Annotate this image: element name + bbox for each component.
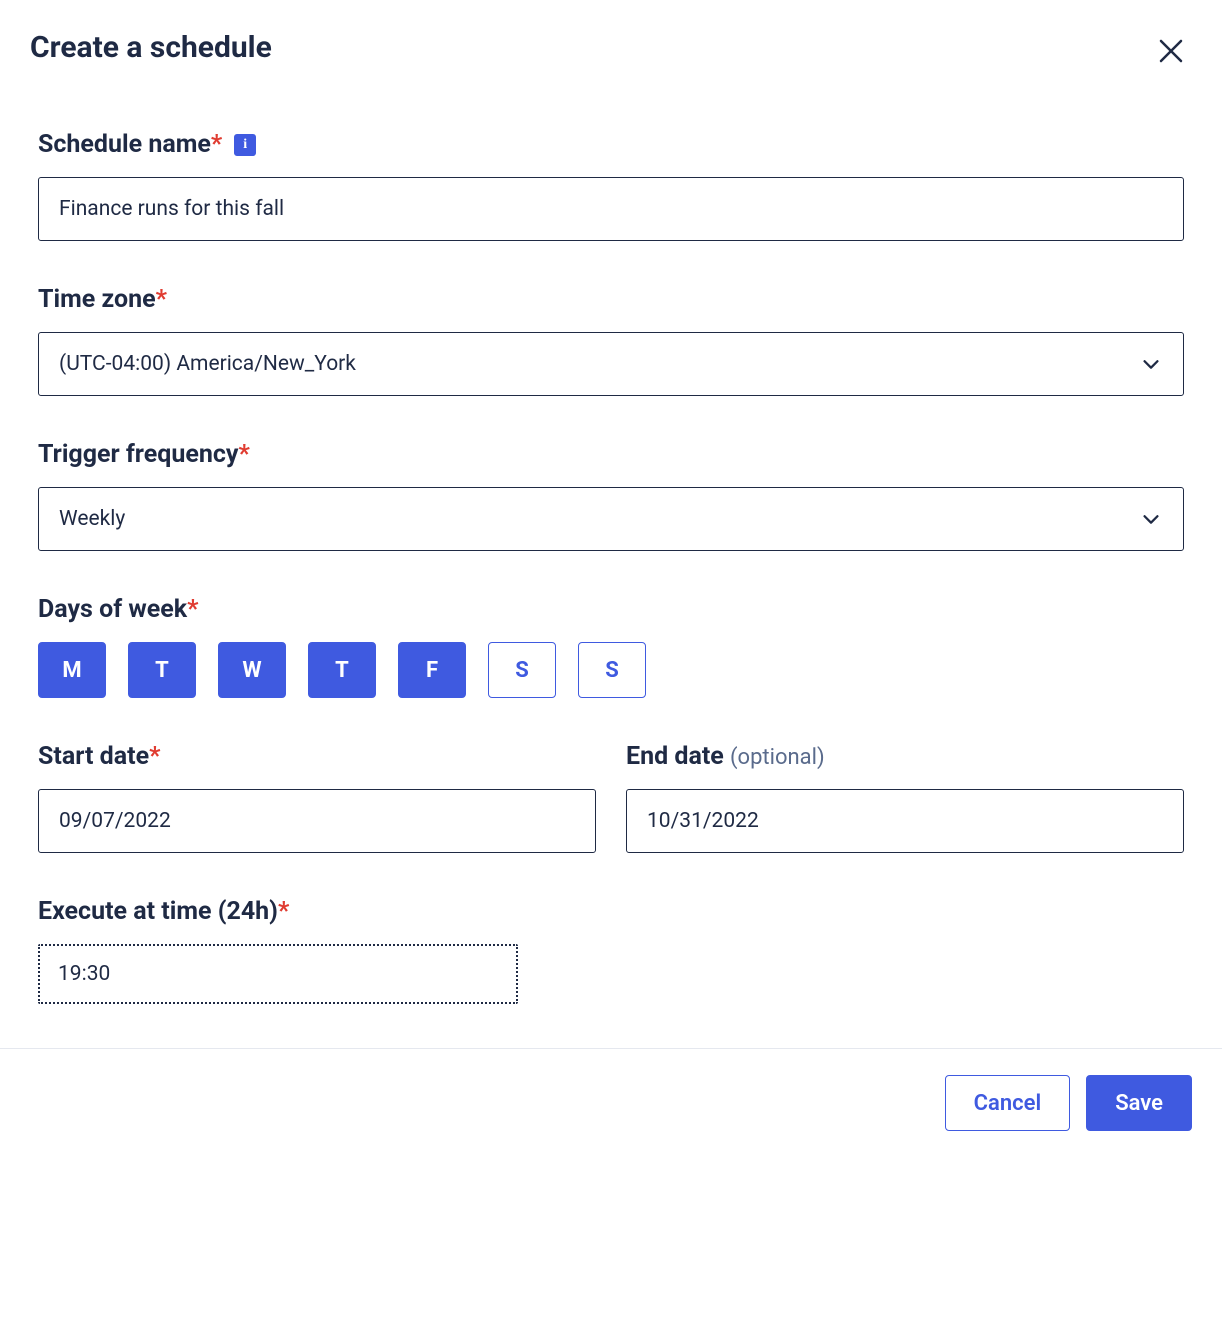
start-date-label: Start date* [38,742,160,771]
label-text: Start date [38,742,149,771]
days-of-week-field: Days of week* M T W T F S S [38,595,1184,698]
required-asterisk: * [149,742,160,771]
required-asterisk: * [238,440,249,469]
field-label-row: End date (optional) [626,742,1184,771]
trigger-frequency-field: Trigger frequency* Weekly [38,440,1184,551]
timezone-select-wrap: (UTC-04:00) America/New_York [38,332,1184,396]
timezone-field: Time zone* (UTC-04:00) America/New_York [38,285,1184,396]
trigger-frequency-label: Trigger frequency* [38,440,250,469]
day-btn-sun[interactable]: S [578,642,646,698]
field-label-row: Start date* [38,742,596,771]
execute-time-input[interactable] [38,944,518,1004]
timezone-label: Time zone* [38,285,167,314]
trigger-frequency-select[interactable]: Weekly [38,487,1184,551]
label-text: Execute at time (24h) [38,897,278,926]
days-of-week-label: Days of week* [38,595,198,624]
timezone-select[interactable]: (UTC-04:00) America/New_York [38,332,1184,396]
field-label-row: Trigger frequency* [38,440,1184,469]
days-row: M T W T F S S [38,642,1184,698]
start-date-field: Start date* [38,742,596,853]
create-schedule-dialog: Create a schedule Schedule name* i [0,0,1222,1004]
label-text: Days of week [38,595,187,624]
execute-time-field: Execute at time (24h)* [38,897,1184,1004]
day-btn-tue[interactable]: T [128,642,196,698]
dialog-title: Create a schedule [30,30,272,65]
form-body: Schedule name* i Time zone* (UTC-04:00) … [30,130,1192,1004]
trigger-frequency-value: Weekly [59,507,125,531]
trigger-frequency-select-wrap: Weekly [38,487,1184,551]
dialog-header: Create a schedule [30,30,1192,70]
end-date-label: End date (optional) [626,742,825,771]
end-date-input[interactable] [626,789,1184,853]
day-btn-sat[interactable]: S [488,642,556,698]
info-icon[interactable]: i [234,134,256,156]
required-asterisk: * [156,285,167,314]
execute-time-label: Execute at time (24h)* [38,897,289,926]
day-btn-mon[interactable]: M [38,642,106,698]
close-icon [1156,36,1186,66]
field-label-row: Schedule name* i [38,130,1184,159]
timezone-value: (UTC-04:00) America/New_York [59,352,356,376]
field-label-row: Execute at time (24h)* [38,897,1184,926]
cancel-button[interactable]: Cancel [945,1075,1071,1131]
required-asterisk: * [211,130,222,159]
schedule-name-label: Schedule name* [38,130,222,159]
start-date-input[interactable] [38,789,596,853]
required-asterisk: * [278,897,289,926]
field-label-row: Time zone* [38,285,1184,314]
save-button[interactable]: Save [1086,1075,1192,1131]
label-text: Time zone [38,285,156,314]
day-btn-wed[interactable]: W [218,642,286,698]
schedule-name-input[interactable] [38,177,1184,241]
schedule-name-field: Schedule name* i [38,130,1184,241]
close-button[interactable] [1152,32,1190,70]
end-date-field: End date (optional) [626,742,1184,853]
field-label-row: Days of week* [38,595,1184,624]
label-text: Trigger frequency [38,440,238,469]
optional-hint: (optional) [730,745,825,770]
label-text: End date [626,742,724,771]
day-btn-fri[interactable]: F [398,642,466,698]
required-asterisk: * [187,595,198,624]
dialog-footer: Cancel Save [0,1048,1222,1161]
label-text: Schedule name [38,130,211,159]
date-row: Start date* End date (optional) [38,742,1184,853]
day-btn-thu[interactable]: T [308,642,376,698]
